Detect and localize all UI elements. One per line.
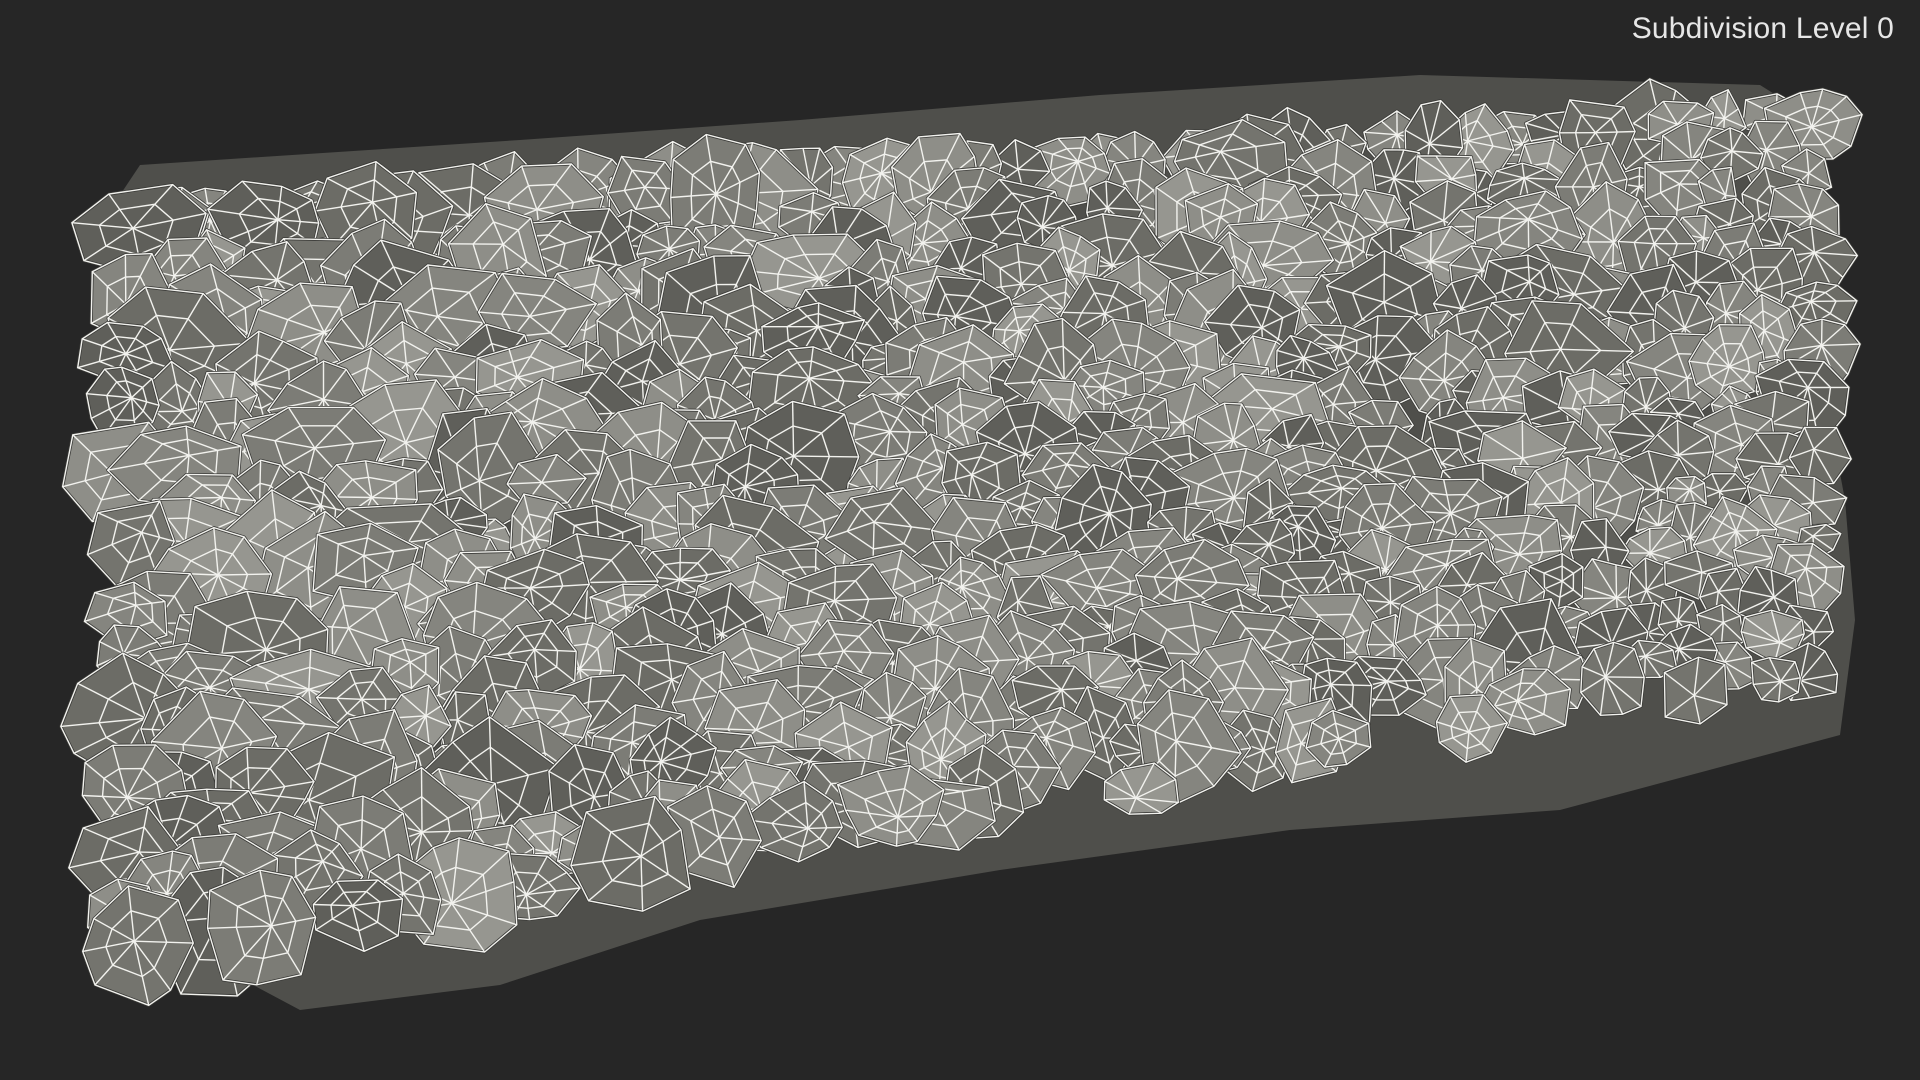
stone: [206, 868, 318, 987]
subdivision-level-label: Subdivision Level 0: [1631, 12, 1894, 45]
stone: [1579, 640, 1646, 717]
3d-viewport[interactable]: Subdivision Level 0: [0, 0, 1920, 1080]
stone: [1750, 656, 1802, 704]
stone-wall-model: [59, 75, 1864, 1010]
